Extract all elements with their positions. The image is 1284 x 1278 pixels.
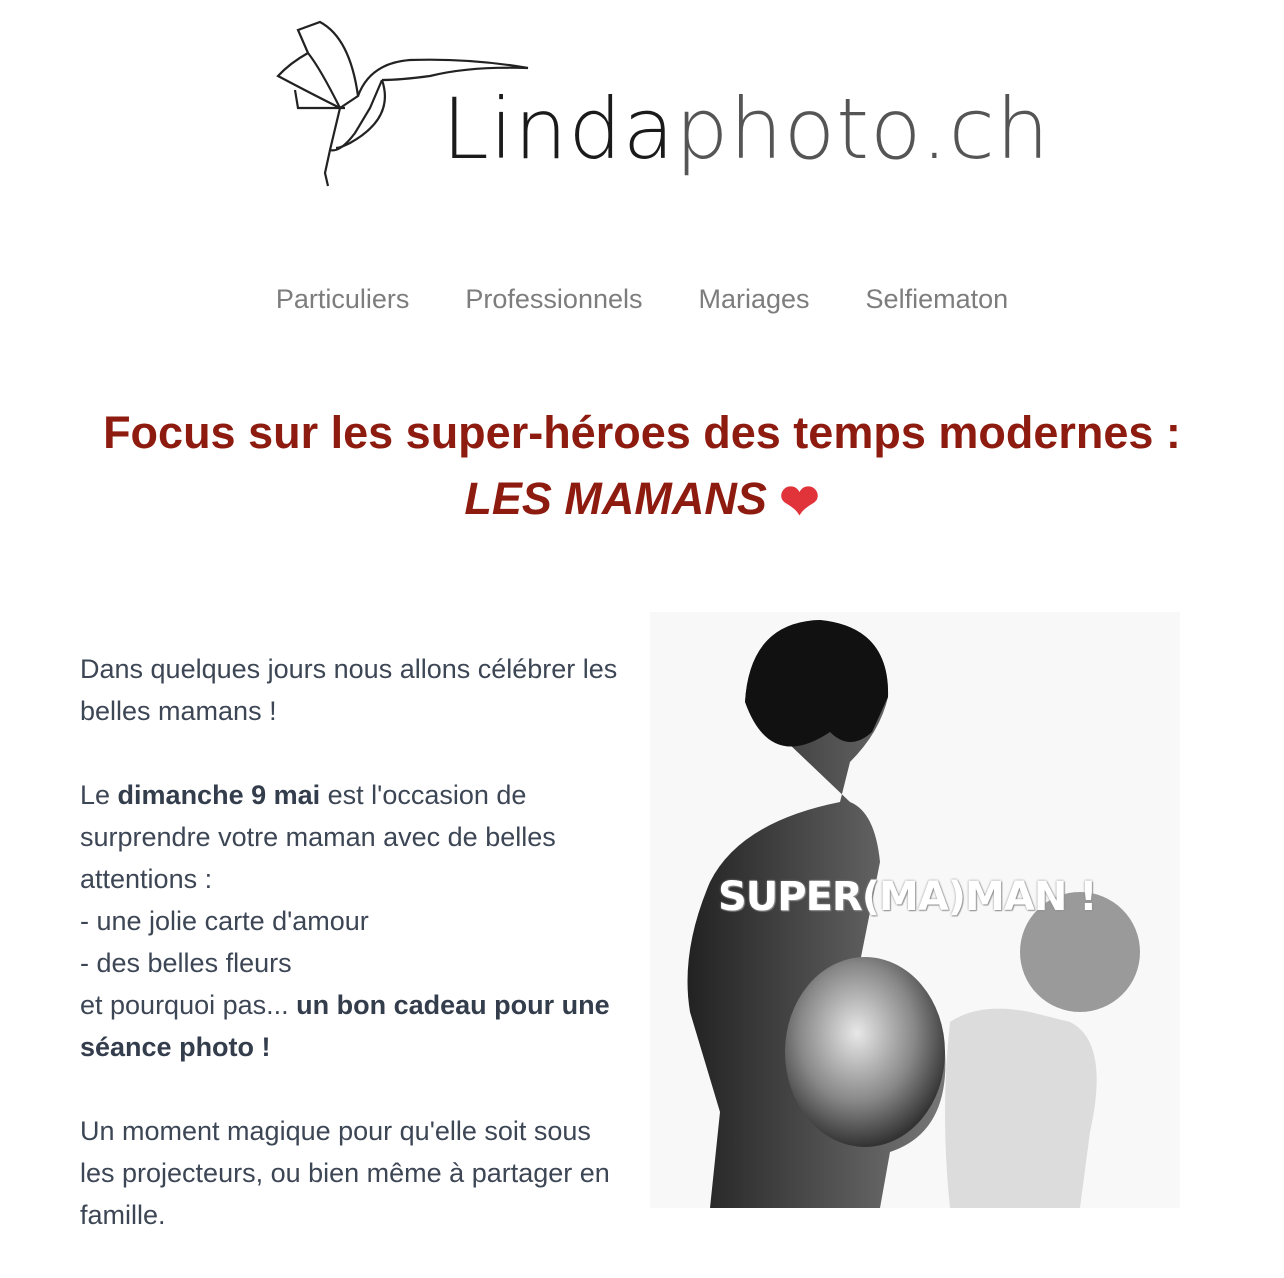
main-nav: Particuliers Professionnels Mariages Sel…: [0, 284, 1284, 315]
list-item: - des belles fleurs: [80, 948, 292, 978]
nav-mariages[interactable]: Mariages: [699, 284, 810, 315]
title-line-1: Focus sur les super-héroes des temps mod…: [103, 407, 1181, 458]
paragraph-mothers-day: Le dimanche 9 mai est l'occasion de surp…: [80, 780, 610, 1062]
title-line-2: LES MAMANS ❤: [0, 466, 1284, 536]
article-text: Dans quelques jours nous allons célébrer…: [80, 648, 630, 1278]
paragraph-closing: Un moment magique pour qu'elle soit sous…: [80, 1116, 610, 1230]
list-item: - une jolie carte d'amour: [80, 906, 369, 936]
nav-particuliers[interactable]: Particuliers: [276, 284, 410, 315]
logo[interactable]: Lindaphoto.ch: [270, 8, 1049, 193]
paragraph-intro: Dans quelques jours nous allons célébrer…: [80, 654, 618, 726]
maternity-photo: SUPER(MA)MAN !: [650, 612, 1180, 1208]
heart-icon: ❤: [779, 476, 820, 529]
nav-selfiematon[interactable]: Selfiematon: [866, 284, 1009, 315]
photo-caption: SUPER(MA)MAN !: [718, 874, 1097, 920]
logo-text: Lindaphoto.ch: [442, 80, 1051, 178]
nav-professionnels[interactable]: Professionnels: [465, 284, 642, 315]
page-title: Focus sur les super-héroes des temps mod…: [0, 400, 1284, 536]
